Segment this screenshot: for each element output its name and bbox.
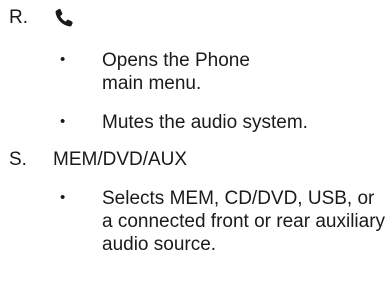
bullet-marker: • xyxy=(60,189,66,206)
item-letter-s: S. xyxy=(9,149,27,170)
item-heading-mem-dvd-aux: MEM/DVD/AUX xyxy=(53,149,188,170)
item-letter-r: R. xyxy=(9,7,28,28)
bullet-text-opens-phone-menu: Opens the Phone main menu. xyxy=(102,50,250,94)
bullet-text-mutes-audio: Mutes the audio system. xyxy=(102,112,308,133)
bullet-text-selects-source: Selects MEM, CD/DVD, USB, or a connected… xyxy=(102,188,386,255)
bullet-marker: • xyxy=(60,113,66,130)
bullet-marker: • xyxy=(60,51,66,68)
phone-icon xyxy=(55,8,73,27)
